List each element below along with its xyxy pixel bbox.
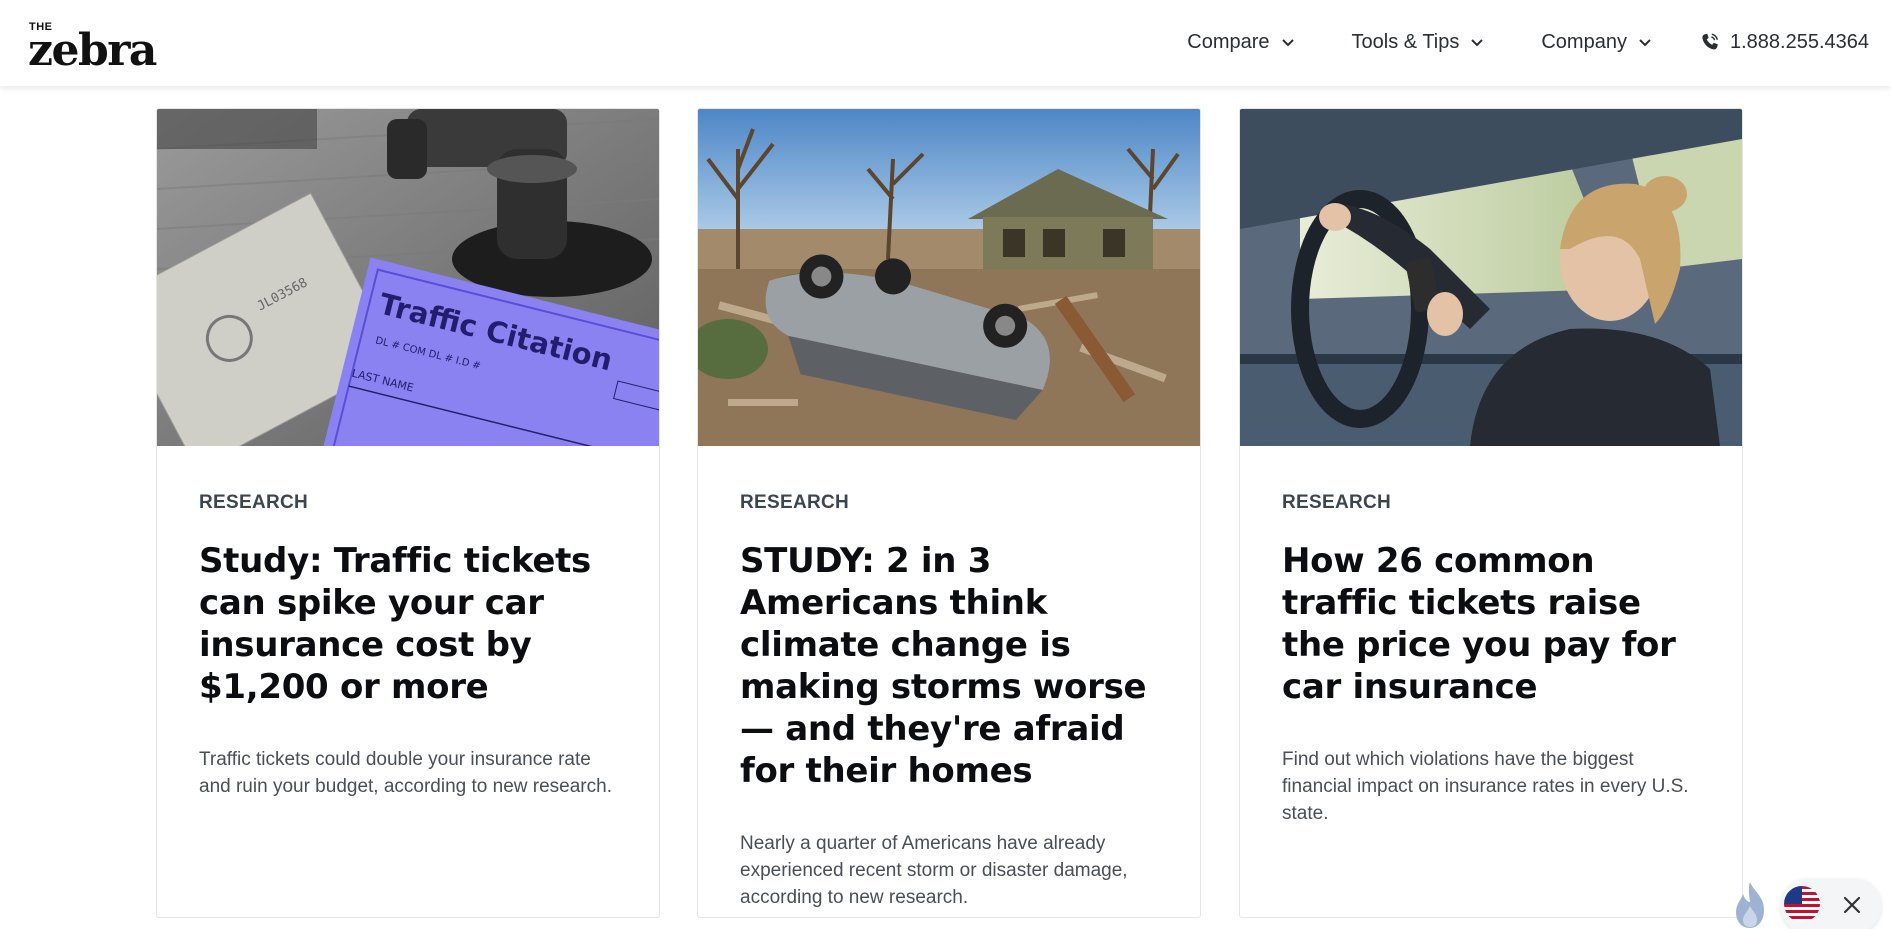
nav-compare[interactable]: Compare <box>1187 31 1295 54</box>
article-card[interactable]: RESEARCH How 26 common traffic tickets r… <box>1239 108 1743 918</box>
article-description: Nearly a quarter of Americans have alrea… <box>740 833 1128 908</box>
article-image-phone-driver[interactable] <box>1240 109 1742 446</box>
category-tag: RESEARCH <box>199 492 309 513</box>
article-image-traffic-citation[interactable]: JL03568 Traffic Citation DL # COM DL # I… <box>157 109 659 446</box>
article-card[interactable]: RESEARCH STUDY: 2 in 3 Americans think c… <box>697 108 1201 918</box>
article-title[interactable]: STUDY: 2 in 3 Americans think climate ch… <box>740 540 1158 792</box>
phone-icon <box>1702 33 1719 50</box>
logo-wordmark: zebra <box>28 25 157 76</box>
article-title[interactable]: How 26 common traffic tickets raise the … <box>1282 540 1700 708</box>
close-icon[interactable] <box>1841 894 1863 916</box>
nav-company-label: Company <box>1541 30 1627 53</box>
article-card-body: RESEARCH How 26 common traffic tickets r… <box>1282 492 1700 827</box>
us-flag-icon[interactable] <box>1784 886 1820 922</box>
article-card[interactable]: JL03568 Traffic Citation DL # COM DL # I… <box>156 108 660 918</box>
article-card-body: RESEARCH STUDY: 2 in 3 Americans think c… <box>740 492 1158 911</box>
article-card-body: RESEARCH Study: Traffic tickets can spik… <box>199 492 617 800</box>
category-tag: RESEARCH <box>740 492 850 513</box>
article-image-storm-damage[interactable] <box>698 109 1200 446</box>
article-description: Find out which violations have the bigge… <box>1282 749 1689 824</box>
nav-tools-tips-label: Tools & Tips <box>1351 30 1460 53</box>
main-nav: Compare Tools & Tips Company 1.888.255.4… <box>1131 0 1869 84</box>
phone-number: 1.888.255.4364 <box>1729 30 1869 53</box>
article-title[interactable]: Study: Traffic tickets can spike your ca… <box>199 540 617 708</box>
chevron-down-icon <box>1281 39 1294 47</box>
nav-compare-label: Compare <box>1187 30 1270 53</box>
zebra-logo[interactable]: THE zebra <box>28 18 161 74</box>
flame-icon[interactable] <box>1728 880 1772 929</box>
category-tag: RESEARCH <box>1282 492 1392 513</box>
nav-company[interactable]: Company <box>1541 31 1653 54</box>
site-header: THE zebra Compare Tools & Tips Company 1… <box>0 0 1891 86</box>
article-description: Traffic tickets could double your insura… <box>199 749 612 797</box>
chevron-down-icon <box>1639 39 1651 47</box>
chevron-down-icon <box>1471 39 1484 47</box>
phone-link[interactable]: 1.888.255.4364 <box>1699 31 1869 54</box>
nav-tools-tips[interactable]: Tools & Tips <box>1352 31 1486 54</box>
